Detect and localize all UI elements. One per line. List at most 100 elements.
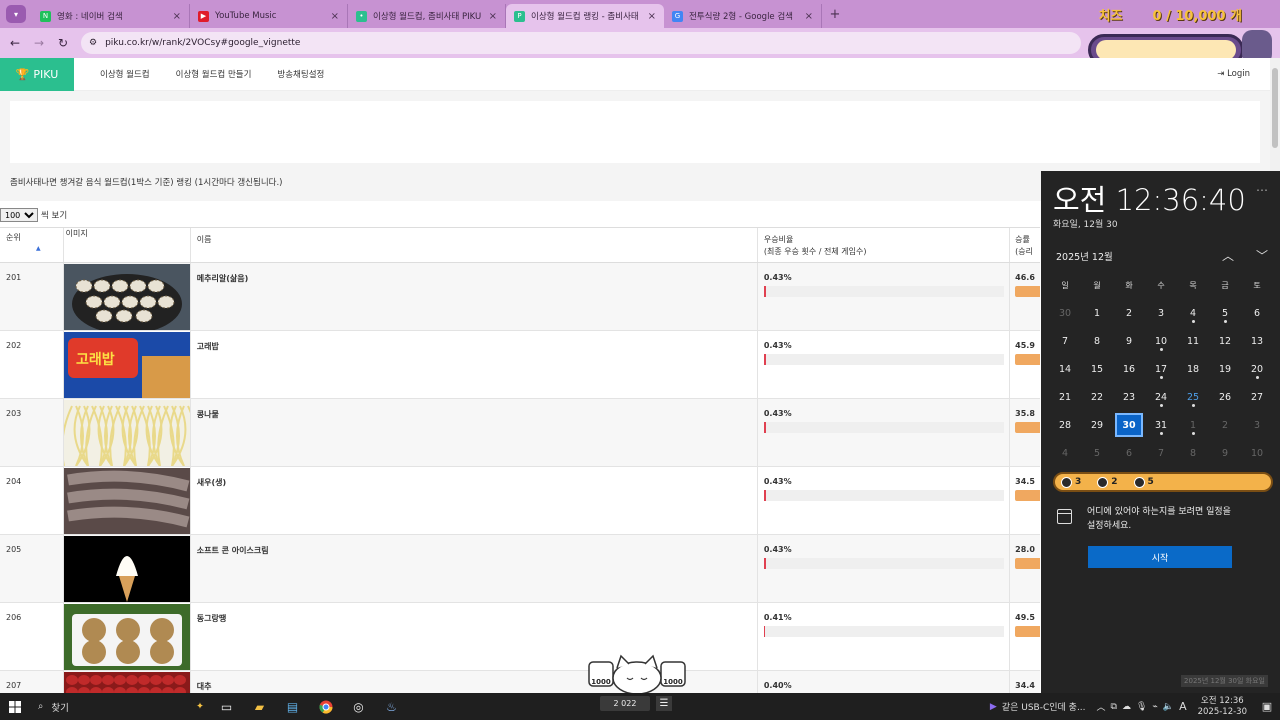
- app-tray-icon[interactable]: ⧉: [1111, 702, 1117, 712]
- ime-indicator[interactable]: A: [1179, 700, 1187, 713]
- start-button[interactable]: 시작: [1088, 546, 1232, 568]
- calendar-day[interactable]: 21: [1049, 383, 1081, 411]
- calendar-day[interactable]: 7: [1049, 327, 1081, 355]
- calendar-day[interactable]: 4: [1049, 439, 1081, 467]
- calendar-day[interactable]: 20: [1241, 355, 1273, 383]
- table-row[interactable]: 202 고래밥 고래밥 0.43% 45.9: [0, 331, 1040, 399]
- table-row[interactable]: 205 소프트 콘 아이스크림 0.43% 28.0: [0, 535, 1040, 603]
- food-thumbnail[interactable]: [63, 536, 190, 602]
- more-options-icon[interactable]: ⋯: [1256, 183, 1268, 197]
- notepad-icon[interactable]: ▤: [276, 700, 309, 714]
- obs-icon[interactable]: ◎: [342, 700, 375, 714]
- close-tab-icon[interactable]: ×: [173, 11, 181, 22]
- taskbar-task-label[interactable]: 2 022: [600, 696, 650, 711]
- table-row[interactable]: 206 동그랑땡 0.41% 49.5: [0, 603, 1040, 671]
- calendar-day[interactable]: 12: [1209, 327, 1241, 355]
- calendar-day[interactable]: 30: [1049, 299, 1081, 327]
- calendar-day[interactable]: 1: [1177, 411, 1209, 439]
- calendar-day[interactable]: 3: [1241, 411, 1273, 439]
- calendar-day[interactable]: 11: [1177, 327, 1209, 355]
- piku-logo[interactable]: 🏆 PIKU: [0, 57, 74, 91]
- document-icon[interactable]: ☰: [656, 696, 672, 711]
- calendar-day[interactable]: 29: [1081, 411, 1113, 439]
- close-tab-icon[interactable]: ×: [648, 11, 656, 22]
- site-info-icon[interactable]: ⚙: [89, 38, 97, 48]
- calendar-day[interactable]: 1: [1081, 299, 1113, 327]
- taskbar-clock[interactable]: 오전 12:36 2025-12-30: [1198, 696, 1247, 718]
- calendar-day[interactable]: 19: [1209, 355, 1241, 383]
- calendar-day[interactable]: 7: [1145, 439, 1177, 467]
- tab-2[interactable]: • 이상형 월드컵, 좀비사태 PIKU ×: [348, 4, 506, 28]
- calendar-day[interactable]: 2: [1209, 411, 1241, 439]
- calendar-day[interactable]: 9: [1209, 439, 1241, 467]
- food-thumbnail[interactable]: [63, 672, 190, 693]
- header-rate[interactable]: 승률 (승리: [1010, 228, 1040, 262]
- task-view-icon[interactable]: ▭: [210, 700, 243, 714]
- food-thumbnail[interactable]: [63, 604, 190, 670]
- calendar-day[interactable]: 8: [1081, 327, 1113, 355]
- calendar-day[interactable]: 9: [1113, 327, 1145, 355]
- windows-start-icon[interactable]: [0, 700, 30, 713]
- food-thumbnail[interactable]: [63, 264, 190, 330]
- calendar-day[interactable]: 8: [1177, 439, 1209, 467]
- tray-overflow-icon[interactable]: ︿: [1097, 700, 1106, 713]
- food-thumbnail[interactable]: 고래밥: [63, 332, 190, 398]
- calendar-day[interactable]: 15: [1081, 355, 1113, 383]
- mic-icon[interactable]: 🎙: [1136, 702, 1147, 712]
- calendar-day[interactable]: 4: [1177, 299, 1209, 327]
- address-input[interactable]: ⚙ piku.co.kr/w/rank/2VOCsy#google_vignet…: [81, 32, 1081, 54]
- nav-stream-chat-settings[interactable]: 방송채팅설정: [277, 68, 324, 80]
- login-link[interactable]: ⇥ Login: [1217, 69, 1250, 79]
- calendar-day[interactable]: 27: [1241, 383, 1273, 411]
- calendar-day[interactable]: 26: [1209, 383, 1241, 411]
- calendar-day[interactable]: 6: [1241, 299, 1273, 327]
- calendar-day[interactable]: 28: [1049, 411, 1081, 439]
- onedrive-icon[interactable]: ☁: [1122, 702, 1131, 712]
- calendar-day[interactable]: 3: [1145, 299, 1177, 327]
- nav-worldcup[interactable]: 이상형 월드컵: [100, 68, 150, 80]
- table-row[interactable]: 204 새우(생) 0.43% 34.5: [0, 467, 1040, 535]
- food-thumbnail[interactable]: [63, 468, 190, 534]
- table-row[interactable]: 207 대추 0.40% 34.4: [0, 671, 1040, 693]
- tab-3[interactable]: P 이상형 월드컵 랭킹 - 좀비사태 ×: [506, 4, 664, 28]
- calendar-day[interactable]: 14: [1049, 355, 1081, 383]
- volume-icon[interactable]: 🔈: [1163, 702, 1174, 712]
- tab-1[interactable]: ▶ YouTube Music ×: [190, 4, 348, 28]
- table-row[interactable]: 203 콩나물 0.43% 35.8: [0, 399, 1040, 467]
- calendar-day[interactable]: 18: [1177, 355, 1209, 383]
- back-button[interactable]: ←: [3, 31, 27, 55]
- nav-create-worldcup[interactable]: 이상형 월드컵 만들기: [176, 68, 252, 80]
- calendar-day[interactable]: 22: [1081, 383, 1113, 411]
- calendar-day[interactable]: 31: [1145, 411, 1177, 439]
- tab-0[interactable]: N 영화 : 네이버 검색 ×: [32, 4, 190, 28]
- scrollbar-thumb[interactable]: [1272, 68, 1278, 148]
- media-icon[interactable]: ▶: [990, 702, 997, 712]
- header-name[interactable]: 이름: [191, 228, 758, 262]
- calendar-day[interactable]: 5: [1209, 299, 1241, 327]
- forward-button[interactable]: →: [27, 31, 51, 55]
- calendar-day[interactable]: 16: [1113, 355, 1145, 383]
- header-win-ratio[interactable]: 우승비율 (최종 우승 횟수 / 전체 게임수): [758, 228, 1011, 262]
- tab-4[interactable]: G 전투식량 2형 - Google 검색 ×: [664, 4, 822, 28]
- file-explorer-icon[interactable]: ▰: [243, 700, 276, 714]
- taskbar-search[interactable]: ⌕ 찾기 ✦: [30, 696, 210, 717]
- calendar-day[interactable]: 25: [1177, 383, 1209, 411]
- calendar-day[interactable]: 13: [1241, 327, 1273, 355]
- chevron-down-icon[interactable]: ﹀: [1256, 247, 1268, 264]
- page-size-select[interactable]: 100: [0, 208, 38, 222]
- calendar-day[interactable]: 17: [1145, 355, 1177, 383]
- calendar-day-today[interactable]: 30: [1115, 413, 1143, 437]
- close-tab-icon[interactable]: ×: [489, 11, 497, 22]
- new-tab-button[interactable]: +: [826, 5, 844, 23]
- calendar-day[interactable]: 23: [1113, 383, 1145, 411]
- notification-text[interactable]: 같은 USB-C인데 충...: [1002, 700, 1086, 713]
- table-row[interactable]: 201 메추리알(삶음) 0.43% 46.6: [0, 263, 1040, 331]
- food-thumbnail[interactable]: [63, 400, 190, 466]
- network-icon[interactable]: ⌁: [1152, 702, 1157, 712]
- calendar-day[interactable]: 10: [1241, 439, 1273, 467]
- calendar-day[interactable]: 10: [1145, 327, 1177, 355]
- chrome-icon[interactable]: [309, 700, 342, 714]
- steam-icon[interactable]: ♨: [375, 700, 408, 714]
- calendar-day[interactable]: 24: [1145, 383, 1177, 411]
- calendar-day[interactable]: 6: [1113, 439, 1145, 467]
